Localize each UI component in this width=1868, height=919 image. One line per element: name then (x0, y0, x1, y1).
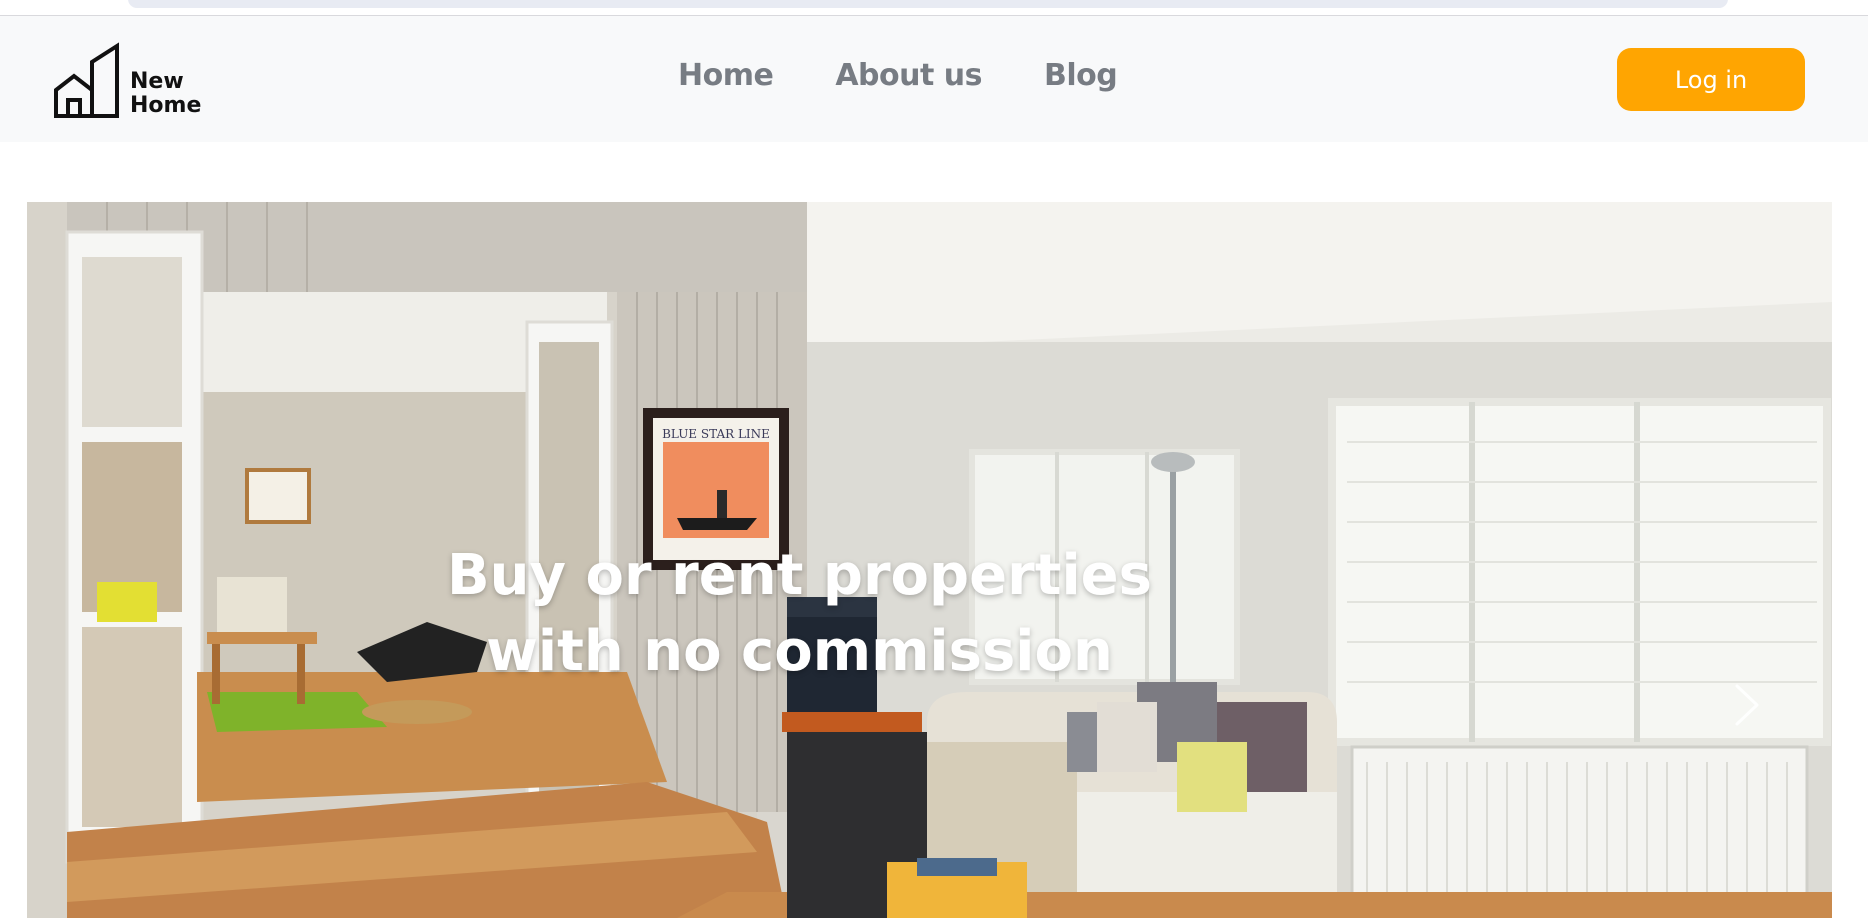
brand-name: New Home (130, 70, 201, 118)
poster-text: BLUE STAR LINE (662, 427, 770, 441)
hero-headline: Buy or rent properties with no commissio… (27, 538, 1572, 690)
hero-carousel: BLUE STAR LINE Buy or rent properties wi… (27, 202, 1832, 918)
nav-blog[interactable]: Blog (1044, 56, 1118, 96)
chevron-right-icon (1735, 684, 1759, 726)
login-button[interactable]: Log in (1617, 48, 1805, 111)
brand-name-line2: Home (130, 93, 202, 118)
browser-top-strip (0, 0, 1868, 16)
carousel-next-button[interactable] (1727, 680, 1767, 730)
site-header: New Home Home About us Blog Log in (0, 16, 1868, 142)
hero-headline-line2: with no commission (486, 619, 1113, 684)
nav-home[interactable]: Home (678, 56, 774, 96)
address-bar-edge (128, 0, 1728, 8)
hero-headline-line1: Buy or rent properties (446, 543, 1152, 608)
brand-name-line1: New (130, 69, 184, 94)
brand-logo[interactable]: New Home (54, 42, 214, 122)
nav-about-us[interactable]: About us (835, 56, 982, 96)
house-building-logo-icon (54, 42, 119, 118)
main-nav: Home About us Blog (678, 56, 1118, 96)
